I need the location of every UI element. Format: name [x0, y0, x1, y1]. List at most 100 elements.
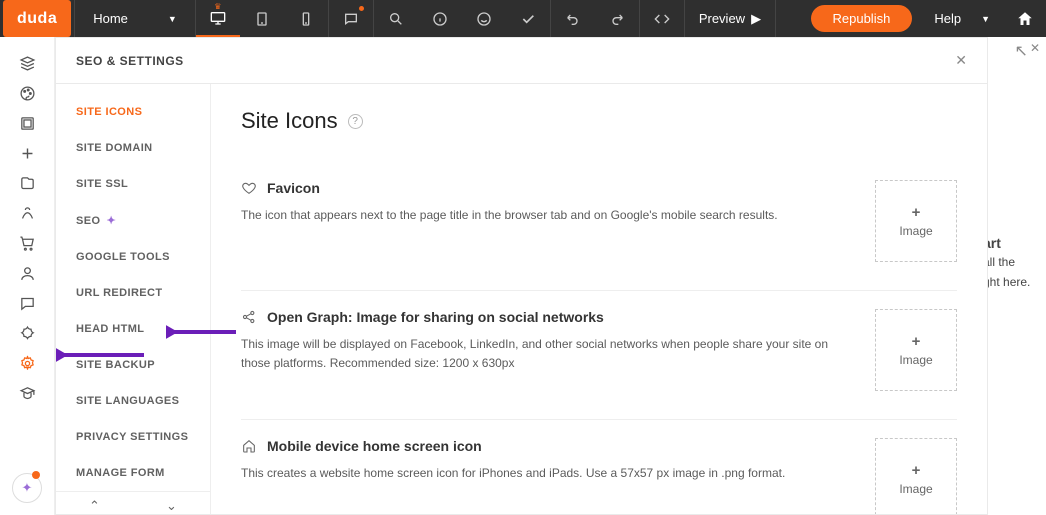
brand-logo[interactable]: duda: [3, 0, 71, 37]
plus-icon: +: [912, 333, 921, 350]
drop-label: Image: [899, 482, 932, 496]
search-button[interactable]: [374, 0, 418, 37]
notification-dot-icon: [359, 6, 364, 11]
sidenav-site-ssl[interactable]: SITE SSL: [56, 166, 210, 202]
sidenav-url-redirect[interactable]: URL REDIRECT: [56, 275, 210, 311]
feedback-button[interactable]: [462, 0, 506, 37]
redo-button[interactable]: [595, 0, 639, 37]
sidenav-seo[interactable]: SEO ✦: [56, 202, 210, 239]
rail-chat-icon[interactable]: [9, 289, 45, 317]
section-desc: The icon that appears next to the page t…: [241, 206, 835, 225]
settings-sidenav: SITE ICONS SITE DOMAIN SITE SSL SEO ✦ GO…: [56, 84, 211, 514]
rail-ai-button[interactable]: ✦: [12, 473, 42, 503]
settings-content: Site Icons ? Favicon The icon that appea…: [211, 84, 987, 514]
plus-icon: +: [912, 462, 921, 479]
section-desc: This image will be displayed on Facebook…: [241, 335, 835, 373]
rail-ecommerce-icon[interactable]: [9, 229, 45, 257]
drop-label: Image: [899, 353, 932, 367]
annotation-arrow-icon: [56, 345, 146, 365]
sidenav-google-tools[interactable]: GOOGLE TOOLS: [56, 239, 210, 275]
opengraph-upload[interactable]: + Image: [875, 309, 957, 391]
republish-button[interactable]: Republish: [811, 5, 913, 32]
help-icon[interactable]: ?: [348, 114, 363, 129]
heart-icon: [241, 180, 257, 196]
peek-text: art: [988, 235, 1001, 251]
divider: [775, 0, 776, 37]
chevron-down-icon: ▼: [168, 14, 177, 24]
background-page-peek: ↖ ✕ art all the ght here.: [988, 37, 1046, 515]
preview-button[interactable]: Preview ▶: [685, 11, 775, 27]
page-selector-dropdown[interactable]: Home ▼: [75, 0, 195, 37]
cursor-icon: ↖: [1015, 41, 1028, 61]
help-label: Help: [934, 11, 961, 26]
help-dropdown[interactable]: Help ▼: [920, 11, 1004, 26]
crown-icon: ♛: [214, 2, 221, 11]
sidenav-manage-form[interactable]: MANAGE FORM: [56, 455, 210, 491]
section-title: Favicon: [241, 180, 835, 196]
peek-text: all the: [988, 255, 1015, 269]
rail-design-icon[interactable]: [9, 79, 45, 107]
rail-blog-icon[interactable]: [9, 259, 45, 287]
drop-label: Image: [899, 224, 932, 238]
mobile-view-button[interactable]: [284, 0, 328, 37]
panel-title: SEO & SETTINGS: [76, 54, 184, 68]
tablet-view-button[interactable]: [240, 0, 284, 37]
home-icon: [241, 438, 257, 454]
sidenav-down-button[interactable]: ⌄: [133, 492, 210, 514]
top-toolbar: duda Home ▼ ♛ Preview ▶: [0, 0, 1046, 37]
page-selector-label: Home: [93, 11, 128, 26]
sidenav-privacy-settings[interactable]: PRIVACY SETTINGS: [56, 419, 210, 455]
preview-label: Preview: [699, 11, 745, 26]
mobile-icon-section: Mobile device home screen icon This crea…: [241, 420, 957, 514]
chevron-down-icon: ▼: [981, 14, 990, 24]
chevron-up-icon: ⌃: [89, 498, 100, 513]
sidenav-site-languages[interactable]: SITE LANGUAGES: [56, 383, 210, 419]
info-button[interactable]: [418, 0, 462, 37]
rail-personalize-icon[interactable]: [9, 199, 45, 227]
sidenav-footer: ⌃ ⌄: [56, 491, 210, 514]
notification-dot-icon: [32, 471, 40, 479]
sidenav-up-button[interactable]: ⌃: [56, 492, 133, 514]
desktop-view-button[interactable]: ♛: [196, 0, 240, 37]
favicon-upload[interactable]: + Image: [875, 180, 957, 262]
section-title-text: Favicon: [267, 180, 320, 196]
mobile-icon-upload[interactable]: + Image: [875, 438, 957, 514]
annotation-arrow-icon: [166, 322, 238, 342]
share-icon: [241, 309, 257, 325]
section-title: Open Graph: Image for sharing on social …: [241, 309, 835, 325]
section-title-text: Mobile device home screen icon: [267, 438, 482, 454]
section-title-text: Open Graph: Image for sharing on social …: [267, 309, 604, 325]
rail-learn-icon[interactable]: [9, 379, 45, 407]
settings-panel: SEO & SETTINGS ✕ SITE ICONS SITE DOMAIN …: [55, 37, 988, 515]
left-rail: ✦: [0, 37, 55, 515]
sparkle-icon: ✦: [22, 480, 33, 496]
panel-header: SEO & SETTINGS ✕: [56, 38, 987, 84]
rail-pages-icon[interactable]: [9, 49, 45, 77]
rail-add-icon[interactable]: [9, 139, 45, 167]
rail-content-icon[interactable]: [9, 169, 45, 197]
sidenav-item-label: SEO: [76, 215, 100, 227]
sparkle-icon: ✦: [106, 214, 116, 227]
undo-button[interactable]: [551, 0, 595, 37]
favicon-section: Favicon The icon that appears next to th…: [241, 162, 957, 291]
chevron-down-icon: ⌄: [166, 498, 177, 513]
rail-settings-icon[interactable]: [9, 349, 45, 377]
plus-icon: +: [912, 204, 921, 221]
rail-widgets-icon[interactable]: [9, 109, 45, 137]
sidenav-site-icons[interactable]: SITE ICONS: [56, 94, 210, 130]
sidenav-site-domain[interactable]: SITE DOMAIN: [56, 130, 210, 166]
home-button[interactable]: [1004, 0, 1046, 37]
comments-button[interactable]: [329, 0, 373, 37]
peek-text: ght here.: [988, 275, 1030, 289]
play-icon: ▶: [751, 11, 761, 27]
check-button[interactable]: [506, 0, 550, 37]
content-heading: Site Icons ?: [241, 108, 957, 134]
rail-app-icon[interactable]: [9, 319, 45, 347]
dev-mode-button[interactable]: [640, 0, 684, 37]
heading-text: Site Icons: [241, 108, 338, 134]
section-desc: This creates a website home screen icon …: [241, 464, 835, 483]
close-icon[interactable]: ✕: [1030, 41, 1040, 61]
section-title: Mobile device home screen icon: [241, 438, 835, 454]
opengraph-section: Open Graph: Image for sharing on social …: [241, 291, 957, 420]
close-button[interactable]: ✕: [955, 52, 967, 69]
